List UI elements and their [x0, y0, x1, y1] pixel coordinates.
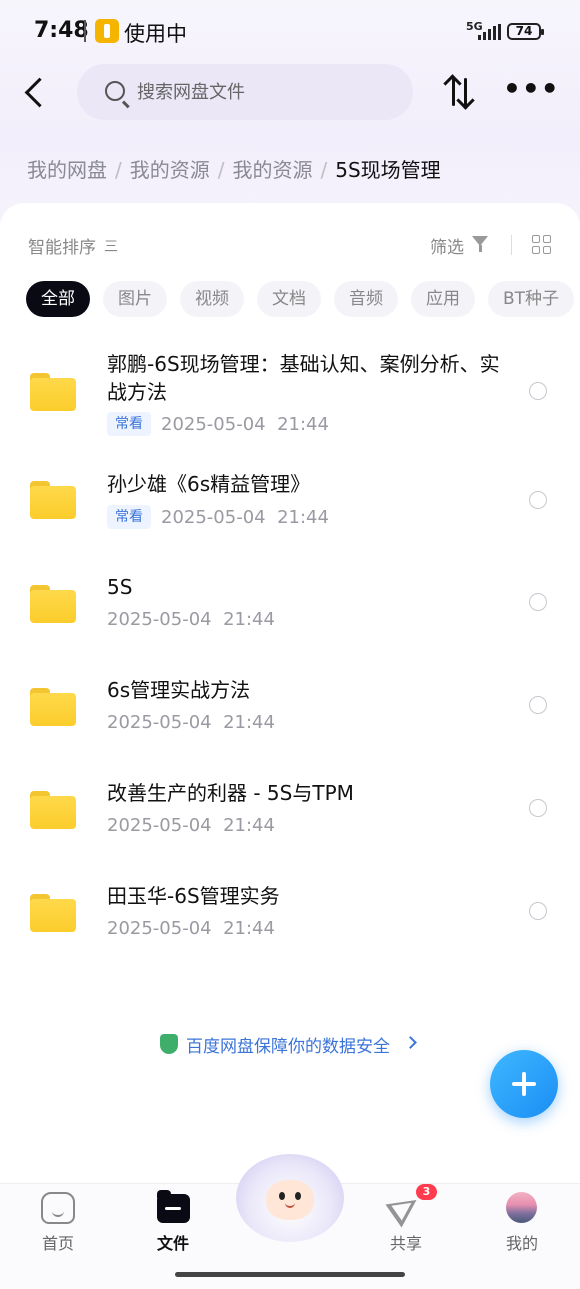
file-name: 郭鹏-6S现场管理：基础认知、案例分析、实战方法 — [107, 352, 500, 404]
folder-icon — [30, 791, 76, 829]
sort-order-button[interactable] — [440, 72, 480, 112]
breadcrumb-separator: / — [320, 158, 328, 182]
sort-label[interactable]: 智能排序 — [28, 233, 96, 258]
select-radio[interactable] — [529, 902, 547, 920]
search-icon — [105, 81, 125, 101]
select-radio[interactable] — [529, 593, 547, 611]
tab-bt[interactable]: BT种子 — [488, 281, 575, 317]
tab-videos[interactable]: 视频 — [180, 281, 244, 317]
tab-all[interactable]: 全部 — [26, 281, 90, 317]
file-time: 21:44 — [223, 712, 275, 733]
status-bar: 7:48 使用中 5G 74 — [0, 0, 580, 62]
folder-icon — [30, 688, 76, 726]
file-name: 6s管理实战方法 — [107, 678, 251, 702]
frequent-badge: 常看 — [107, 505, 151, 529]
back-button[interactable] — [20, 74, 50, 110]
list-item[interactable]: 改善生产的利器 - 5S与TPM 2025-05-04 21:44 — [0, 771, 580, 851]
file-date: 2025-05-04 — [107, 609, 212, 630]
tab-audio[interactable]: 音频 — [334, 281, 398, 317]
nav-files-label[interactable]: 文件 — [133, 1230, 213, 1254]
file-time: 21:44 — [277, 507, 329, 528]
frequent-badge: 常看 — [107, 412, 151, 436]
folder-icon — [30, 894, 76, 932]
breadcrumb-item[interactable]: 我的资源 — [130, 158, 210, 182]
status-divider — [84, 20, 86, 42]
more-options-button[interactable]: ••• — [503, 75, 559, 104]
avatar[interactable] — [506, 1192, 537, 1223]
search-bar[interactable] — [77, 64, 413, 120]
select-radio[interactable] — [529, 491, 547, 509]
list-item[interactable]: 田玉华-6S管理实务 2025-05-04 21:44 — [0, 874, 580, 954]
file-meta: 2025-05-04 21:44 — [107, 712, 275, 733]
file-meta: 常看 2025-05-04 21:44 — [107, 412, 329, 436]
file-date: 2025-05-04 — [107, 712, 212, 733]
share-icon[interactable] — [389, 1192, 421, 1224]
filter-label[interactable]: 筛选 — [430, 233, 464, 258]
flashlight-icon — [95, 19, 119, 43]
file-name: 田玉华-6S管理实务 — [107, 884, 280, 908]
file-name: 孙少雄《6s精益管理》 — [107, 472, 311, 496]
mascot-eye — [279, 1192, 285, 1200]
search-input[interactable] — [137, 78, 397, 106]
select-radio[interactable] — [529, 382, 547, 400]
sort-menu-icon[interactable]: 三 — [104, 236, 118, 256]
nav-share-label[interactable]: 共享 — [366, 1230, 446, 1254]
file-date: 2025-05-04 — [161, 507, 266, 528]
nav-home-label[interactable]: 首页 — [18, 1230, 98, 1254]
file-meta: 2025-05-04 21:44 — [107, 815, 275, 836]
tab-apps[interactable]: 应用 — [411, 281, 475, 317]
file-name: 5S — [107, 575, 133, 599]
status-time: 7:48 — [34, 18, 89, 43]
breadcrumb-separator: / — [115, 158, 122, 182]
folder-icon — [30, 373, 76, 411]
status-app-text: 使用中 — [124, 22, 187, 46]
tab-images[interactable]: 图片 — [103, 281, 167, 317]
share-badge: 3 — [416, 1184, 437, 1200]
list-item[interactable]: 6s管理实战方法 2025-05-04 21:44 — [0, 668, 580, 748]
home-indicator — [175, 1272, 405, 1277]
list-item[interactable]: 郭鹏-6S现场管理：基础认知、案例分析、实战方法 常看 2025-05-04 21… — [0, 340, 580, 445]
file-time: 21:44 — [223, 918, 275, 939]
file-meta: 2025-05-04 21:44 — [107, 609, 275, 630]
select-radio[interactable] — [529, 799, 547, 817]
shield-icon — [160, 1034, 178, 1054]
breadcrumb-item[interactable]: 我的网盘 — [27, 158, 107, 182]
folder-icon — [30, 481, 76, 519]
grid-view-icon[interactable] — [532, 235, 552, 255]
file-time: 21:44 — [223, 609, 275, 630]
file-date: 2025-05-04 — [107, 815, 212, 836]
file-date: 2025-05-04 — [107, 918, 212, 939]
list-item[interactable]: 孙少雄《6s精益管理》 常看 2025-05-04 21:44 — [0, 460, 580, 540]
nav-me-label[interactable]: 我的 — [482, 1230, 562, 1254]
folder-icon — [30, 585, 76, 623]
file-name: 改善生产的利器 - 5S与TPM — [107, 781, 354, 805]
breadcrumb-current: 5S现场管理 — [335, 158, 441, 182]
breadcrumb-separator: / — [217, 158, 225, 182]
category-tabs: 全部 图片 视频 文档 音频 应用 BT种子 — [26, 281, 580, 317]
filter-icon[interactable] — [472, 236, 488, 252]
files-icon[interactable] — [157, 1190, 190, 1223]
security-notice-link[interactable]: 百度网盘保障你的数据安全 — [186, 1032, 390, 1057]
mascot-eye — [295, 1192, 301, 1200]
add-button[interactable] — [490, 1050, 558, 1118]
tab-documents[interactable]: 文档 — [257, 281, 321, 317]
battery-icon: 74 — [507, 23, 544, 40]
file-meta: 常看 2025-05-04 21:44 — [107, 505, 329, 529]
file-time: 21:44 — [277, 414, 329, 435]
toolbar-divider — [511, 235, 512, 255]
file-date: 2025-05-04 — [161, 414, 266, 435]
mascot-face-icon — [266, 1180, 314, 1220]
home-icon[interactable] — [41, 1192, 75, 1224]
signal-icon — [478, 24, 501, 40]
file-time: 21:44 — [223, 815, 275, 836]
breadcrumb-item[interactable]: 我的资源 — [233, 158, 313, 182]
list-item[interactable]: 5S 2025-05-04 21:44 — [0, 565, 580, 645]
select-radio[interactable] — [529, 696, 547, 714]
breadcrumb: 我的网盘 / 我的资源 / 我的资源 / 5S现场管理 — [27, 154, 441, 183]
file-meta: 2025-05-04 21:44 — [107, 918, 275, 939]
